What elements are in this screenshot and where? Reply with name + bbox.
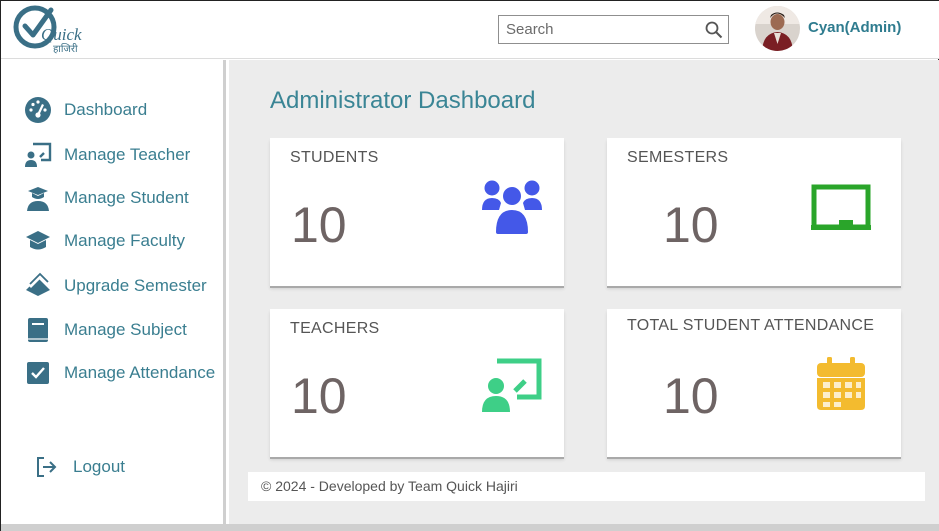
- card-value: 10: [291, 368, 347, 424]
- quick-hajiri-logo[interactable]: Quick हाजिरी: [11, 4, 91, 58]
- svg-text:Quick: Quick: [41, 25, 82, 44]
- search-input[interactable]: [499, 16, 694, 43]
- sidebar-item-manage-faculty[interactable]: Manage Faculty: [23, 226, 185, 256]
- avatar[interactable]: [755, 6, 800, 51]
- sidebar-item-label: Manage Subject: [64, 320, 187, 339]
- card-label: STUDENTS: [290, 149, 379, 166]
- chalkboard-icon: [811, 184, 871, 230]
- search-box: [498, 15, 729, 44]
- top-header: Quick हाजिरी Cyan(Admin): [1, 1, 939, 59]
- card-value: 10: [291, 197, 347, 253]
- bottom-divider: [1, 524, 939, 531]
- dashboard-gauge-icon: [23, 95, 53, 125]
- teacher-board-icon: [482, 358, 542, 412]
- sidebar-item-manage-subject[interactable]: Manage Subject: [23, 315, 187, 345]
- footer: © 2024 - Developed by Team Quick Hajiri: [248, 472, 925, 501]
- card-value: 10: [663, 197, 719, 253]
- card-label: SEMESTERS: [627, 149, 729, 166]
- footer-text: © 2024 - Developed by Team Quick Hajiri: [261, 478, 518, 494]
- search-icon[interactable]: [705, 21, 723, 39]
- card-label: TOTAL STUDENT ATTENDANCE: [627, 317, 875, 334]
- book-icon: [23, 315, 53, 345]
- sidebar-item-label: Manage Faculty: [64, 231, 185, 250]
- semesters-card[interactable]: SEMESTERS 10: [607, 138, 901, 286]
- page-title: Administrator Dashboard: [270, 87, 536, 114]
- sidebar-item-dashboard[interactable]: Dashboard: [23, 95, 147, 125]
- sidebar-item-manage-teacher[interactable]: Manage Teacher: [23, 140, 190, 170]
- graduate-icon: [23, 183, 53, 213]
- sidebar-item-label: Upgrade Semester: [64, 276, 207, 295]
- sidebar-item-upgrade-semester[interactable]: Upgrade Semester: [23, 271, 207, 301]
- teacher-icon: [23, 140, 53, 170]
- sidebar-item-label: Manage Teacher: [64, 145, 191, 164]
- sidebar-item-manage-attendance[interactable]: Manage Attendance: [23, 358, 215, 388]
- attendance-card[interactable]: TOTAL STUDENT ATTENDANCE 10: [607, 309, 901, 457]
- sidebar-item-manage-student[interactable]: Manage Student: [23, 183, 189, 213]
- card-value: 10: [663, 368, 719, 424]
- faculty-cap-icon: [23, 226, 53, 256]
- user-name[interactable]: Cyan(Admin): [808, 19, 901, 36]
- calendar-icon: [817, 357, 865, 410]
- teachers-card[interactable]: TEACHERS 10: [270, 309, 564, 457]
- card-label: TEACHERS: [290, 320, 380, 337]
- users-icon: [482, 180, 542, 236]
- svg-text:हाजिरी: हाजिरी: [53, 43, 78, 55]
- sidebar-item-label: Manage Student: [64, 188, 189, 207]
- checkbox-icon: [23, 358, 53, 388]
- sidebar: Dashboard Manage Teacher Manage Student: [1, 60, 226, 524]
- students-card[interactable]: STUDENTS 10: [270, 138, 564, 286]
- logout-label: Logout: [73, 457, 125, 476]
- main-content: Administrator Dashboard STUDENTS 10 SEME…: [229, 60, 939, 524]
- layers-icon: [23, 271, 53, 301]
- logout-button[interactable]: Logout: [34, 455, 125, 479]
- sidebar-item-label: Manage Attendance: [64, 363, 216, 382]
- logout-icon: [37, 457, 57, 477]
- sidebar-item-label: Dashboard: [64, 100, 148, 119]
